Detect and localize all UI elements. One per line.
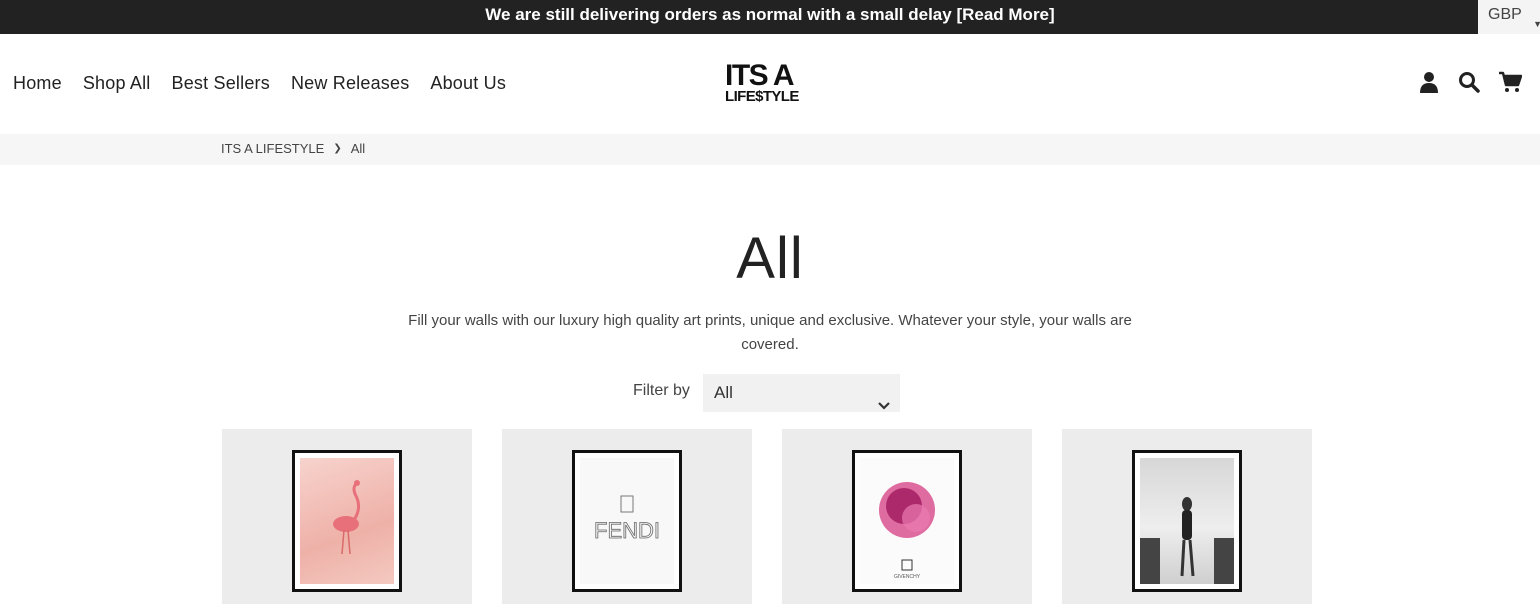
product-image-woman-beach[interactable] <box>1132 450 1242 592</box>
nav-home[interactable]: Home <box>13 73 62 94</box>
logo-line-2: LIFE$TYLE <box>725 88 799 105</box>
currency-selector[interactable]: GBP ▼ <box>1478 0 1540 34</box>
chevron-down-icon <box>878 387 890 425</box>
search-icon[interactable] <box>1458 71 1480 93</box>
fendi-art-text: FENDI <box>594 518 660 543</box>
nav-new-releases[interactable]: New Releases <box>291 73 409 94</box>
chevron-right-icon: ❯ <box>333 143 342 154</box>
product-image-flamingo[interactable] <box>292 450 402 592</box>
filter-selected-value: All <box>714 383 733 402</box>
collection-description: Fill your walls with our luxury high qua… <box>408 312 1132 353</box>
nav-best-sellers[interactable]: Best Sellers <box>171 73 269 94</box>
site-logo[interactable]: ITS A LIFE$TYLE <box>725 59 815 105</box>
breadcrumb-home[interactable]: ITS A LIFESTYLE <box>221 134 324 165</box>
announcement-link[interactable]: We are still delivering orders as normal… <box>0 0 1540 34</box>
site-header: Home Shop All Best Sellers New Releases … <box>0 34 1540 134</box>
givenchy-art-text: GIVENCHY <box>894 574 921 580</box>
filter-label: Filter by <box>633 382 690 399</box>
product-card[interactable] <box>222 429 472 604</box>
header-icons <box>1418 71 1523 93</box>
product-card[interactable] <box>1062 429 1312 604</box>
product-card[interactable]: GIVENCHY <box>782 429 1032 604</box>
account-icon[interactable] <box>1418 71 1440 93</box>
announcement-bar: We are still delivering orders as normal… <box>0 0 1540 34</box>
cart-icon[interactable] <box>1498 71 1523 93</box>
breadcrumb: ITS A LIFESTYLE ❯ All <box>0 134 1540 165</box>
product-image-fendi[interactable]: FENDI <box>572 450 682 592</box>
page-title: All <box>736 226 804 291</box>
product-card[interactable]: FENDI <box>502 429 752 604</box>
nav-about-us[interactable]: About Us <box>430 73 506 94</box>
logo-line-1: ITS A <box>725 59 795 92</box>
main-nav: Home Shop All Best Sellers New Releases … <box>13 73 527 94</box>
breadcrumb-current: All <box>350 141 366 156</box>
nav-shop-all[interactable]: Shop All <box>83 73 151 94</box>
filter-select[interactable]: All <box>703 374 900 412</box>
product-image-givenchy-lion[interactable]: GIVENCHY <box>852 450 962 592</box>
currency-value: GBP <box>1488 6 1522 23</box>
